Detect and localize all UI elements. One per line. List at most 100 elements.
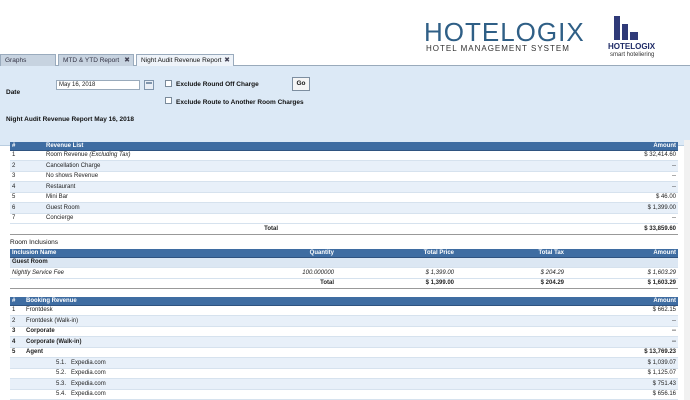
- logo-name: HOTELOGIX: [608, 42, 656, 51]
- row-number: 4: [10, 336, 24, 348]
- col-number: #: [10, 297, 24, 306]
- table-row: 4 Restaurant --: [10, 181, 678, 193]
- row-amount: $ 656.16: [558, 389, 678, 400]
- row-price: $ 1,399.00: [336, 267, 456, 279]
- room-inclusions-label: Room Inclusions: [10, 239, 59, 246]
- table-subrow: 5.4. Expedia.com $ 656.16: [10, 389, 678, 400]
- table-subrow: 5.2. Expedia.com $ 1,125.07: [10, 368, 678, 379]
- exclude-route-label: Exclude Route to Another Room Charges: [176, 99, 304, 106]
- total-row: Total $ 1,399.00 $ 204.29 $ 1,603.29: [10, 277, 678, 289]
- tab-night-audit-revenue-report[interactable]: Night Audit Revenue Report ✖: [136, 54, 234, 66]
- row-number: 6: [10, 202, 44, 214]
- col-revenue-list: Revenue List: [44, 142, 558, 151]
- row-amount: $ 1,399.00: [558, 202, 678, 214]
- table-subrow: 5.1. Expedia.com $ 1,039.07: [10, 357, 678, 369]
- date-label: Date: [6, 89, 21, 96]
- subrow-name: Expedia.com: [71, 370, 106, 377]
- tab-bar: Graphs MTD & YTD Report ✖ Night Audit Re…: [0, 52, 690, 66]
- table-row: 5 Agent $ 13,769.23: [10, 347, 678, 358]
- col-amount: Amount: [558, 142, 678, 151]
- tab-label: Graphs: [5, 57, 27, 64]
- row-name: Room Revenue (Excluding Tax): [44, 150, 558, 161]
- row-number: 5: [10, 347, 24, 358]
- row-amount: $ 751.43: [558, 378, 678, 390]
- subrow-name: Expedia.com: [71, 380, 106, 387]
- subrow-name: Expedia.com: [71, 391, 106, 398]
- total-label: Total: [44, 223, 558, 235]
- table-row: Nightly Service Fee 100.000000 $ 1,399.0…: [10, 267, 678, 279]
- table-row: 1 Frontdesk $ 662.15: [10, 305, 678, 316]
- total-amount: $ 1,603.29: [566, 277, 678, 289]
- row-name: Cancellation Charge: [44, 160, 558, 172]
- row-spacer: [10, 357, 24, 369]
- row-number: 4: [10, 181, 44, 193]
- table-row: 1 Room Revenue (Excluding Tax) $ 32,414.60: [10, 150, 678, 161]
- row-number: 3: [10, 326, 24, 337]
- date-input[interactable]: May 16, 2018: [56, 80, 140, 90]
- exclude-roundoff-label: Exclude Round Off Charge: [176, 81, 259, 88]
- go-button[interactable]: Go: [292, 77, 310, 91]
- row-name: 5.1. Expedia.com: [24, 357, 558, 369]
- tab-mtd-ytd-report[interactable]: MTD & YTD Report ✖: [58, 54, 134, 66]
- exclude-roundoff-checkbox[interactable]: [165, 80, 172, 87]
- table-row: 5 Mini Bar $ 46.00: [10, 192, 678, 203]
- row-amount: --: [558, 171, 678, 182]
- subrow-name: Expedia.com: [71, 359, 106, 366]
- row-number: 3: [10, 171, 44, 182]
- tab-label: Night Audit Revenue Report: [141, 57, 222, 64]
- row-amount: $ 13,769.23: [558, 347, 678, 358]
- exclude-route-checkbox[interactable]: [165, 97, 172, 104]
- logo-mark-icon: [614, 16, 638, 40]
- row-amount: $ 662.15: [558, 305, 678, 316]
- col-amount: Amount: [566, 249, 678, 258]
- col-total-price: Total Price: [336, 249, 456, 258]
- row-amount: $ 1,125.07: [558, 368, 678, 379]
- row-number: 2: [10, 160, 44, 172]
- row-name: Frontdesk: [24, 305, 558, 316]
- row-name: 5.3. Expedia.com: [24, 378, 558, 390]
- room-inclusions-table: Inclusion Name Quantity Total Price Tota…: [10, 249, 678, 289]
- row-amount: --: [558, 181, 678, 193]
- row-amount: --: [558, 213, 678, 224]
- row-amount: --: [558, 315, 678, 327]
- row-name-note: (Excluding Tax): [89, 152, 131, 159]
- tab-label: MTD & YTD Report: [63, 57, 120, 64]
- row-amount: $ 1,603.29: [566, 267, 678, 279]
- row-name: 5.4. Expedia.com: [24, 389, 558, 400]
- table-row: 3 Corporate --: [10, 326, 678, 337]
- subrow-number: 5.4.: [56, 391, 67, 398]
- tab-graphs[interactable]: Graphs: [0, 54, 56, 66]
- group-name: Guest Room: [10, 257, 678, 268]
- row-spacer: [10, 378, 24, 390]
- row-name: 5.2. Expedia.com: [24, 368, 558, 379]
- row-amount: --: [558, 326, 678, 337]
- app-header: HOTELOGIX HOTEL MANAGEMENT SYSTEM HOTELO…: [0, 0, 690, 58]
- row-name: Agent: [24, 347, 558, 358]
- brand-title: HOTELOGIX: [424, 17, 585, 47]
- calendar-icon[interactable]: [144, 80, 154, 90]
- total-price: $ 1,399.00: [336, 277, 456, 289]
- row-name: Guest Room: [44, 202, 558, 214]
- table-subrow: 5.3. Expedia.com $ 751.43: [10, 378, 678, 390]
- col-quantity: Quantity: [216, 249, 336, 258]
- row-name: Corporate: [24, 326, 558, 337]
- col-booking-revenue: Booking Revenue: [24, 297, 558, 306]
- col-total-tax: Total Tax: [456, 249, 566, 258]
- close-icon[interactable]: ✖: [124, 56, 130, 64]
- row-name: Corporate (Walk-in): [24, 336, 558, 348]
- vertical-scrollbar[interactable]: [684, 140, 690, 400]
- row-number: 1: [10, 150, 44, 161]
- row-name: No shows Revenue: [44, 171, 558, 182]
- row-number: 1: [10, 305, 24, 316]
- row-amount: $ 32,414.60: [558, 150, 678, 161]
- total-row: Total $ 33,859.60: [10, 223, 678, 235]
- row-amount: $ 46.00: [558, 192, 678, 203]
- row-quantity: 100.000000: [216, 267, 336, 279]
- close-icon[interactable]: ✖: [224, 56, 230, 64]
- subrow-number: 5.2.: [56, 370, 67, 377]
- row-name: Restaurant: [44, 181, 558, 193]
- row-spacer: [10, 389, 24, 400]
- table-row: 6 Guest Room $ 1,399.00: [10, 202, 678, 214]
- report-parameters: Date May 16, 2018 Exclude Round Off Char…: [0, 66, 690, 146]
- table-row: 2 Frontdesk (Walk-in) --: [10, 315, 678, 327]
